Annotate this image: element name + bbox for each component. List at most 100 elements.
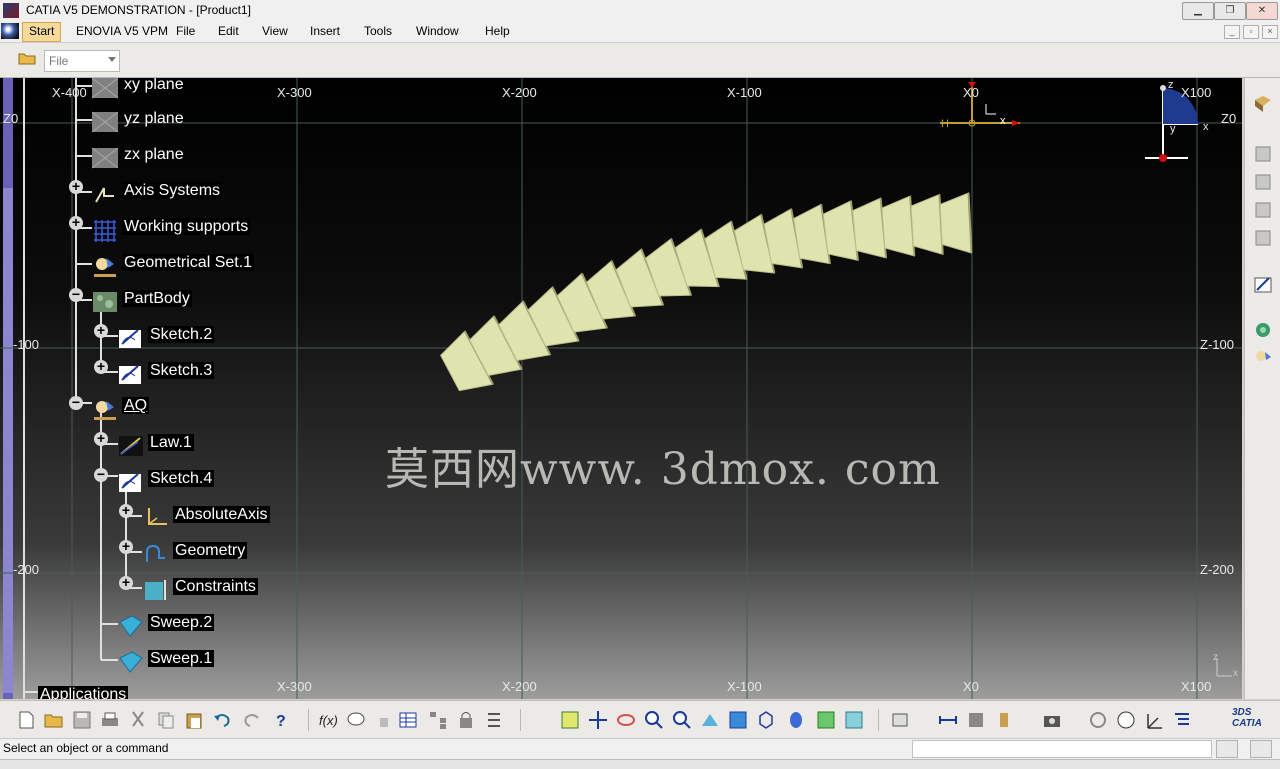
manipulate-icon[interactable] xyxy=(1116,710,1136,730)
tree-node-sweep-2[interactable]: Sweep.2 xyxy=(118,614,215,637)
fit-all-icon[interactable] xyxy=(560,710,580,730)
help-icon[interactable]: ? xyxy=(272,710,292,730)
menu-view[interactable]: View xyxy=(262,24,288,38)
table-icon[interactable] xyxy=(398,710,418,730)
iso-view-icon[interactable] xyxy=(756,710,776,730)
expand-plus-icon[interactable]: + xyxy=(69,215,83,230)
tree-node-zx-plane[interactable]: zx plane xyxy=(92,146,186,169)
new-document-icon[interactable] xyxy=(16,710,36,730)
catia-menu-logo-icon[interactable] xyxy=(1,23,19,39)
hierarchy-icon[interactable] xyxy=(428,710,448,730)
formula-icon[interactable]: f(x) xyxy=(318,710,338,730)
tree-node-sketch-3[interactable]: Sketch.3 xyxy=(118,362,215,384)
tree-node-law-1[interactable]: Law.1 xyxy=(118,434,194,456)
zoom-out-icon[interactable] xyxy=(672,710,692,730)
doc-close-button[interactable]: × xyxy=(1262,25,1278,39)
3d-viewport[interactable]: z x y x H z x X-400 X-300 X-200 X-100 X0… xyxy=(0,78,1242,699)
tree-node-geometrical-set-1[interactable]: Geometrical Set.1 xyxy=(92,254,255,277)
screw-thread-segment[interactable] xyxy=(939,192,972,254)
tree-node-yz-plane[interactable]: yz plane xyxy=(92,110,186,133)
tree-node-applications[interactable]: Applications xyxy=(38,686,129,699)
expand-plus-icon[interactable]: + xyxy=(119,503,133,518)
power-input-field[interactable] xyxy=(912,740,1212,758)
collapse-minus-icon[interactable]: − xyxy=(69,287,83,302)
ordered-set-icon[interactable] xyxy=(1253,200,1273,220)
status-options-button[interactable] xyxy=(1216,740,1238,758)
screw-thread-segment[interactable] xyxy=(881,195,915,257)
expand-plus-icon[interactable]: + xyxy=(94,431,108,446)
menu-insert[interactable]: Insert xyxy=(310,24,340,38)
tree-node-partbody[interactable]: PartBody xyxy=(92,290,192,312)
expand-plus-icon[interactable]: + xyxy=(119,539,133,554)
screw-thread-segment[interactable] xyxy=(910,193,944,256)
tree-node-absoluteaxis[interactable]: AbsoluteAxis xyxy=(143,506,270,525)
restore-button[interactable]: ❐ xyxy=(1214,2,1246,20)
swap-visible-space-icon[interactable] xyxy=(844,710,864,730)
redo-icon[interactable] xyxy=(242,710,262,730)
comment-icon[interactable] xyxy=(346,710,366,730)
insert-set-icon[interactable] xyxy=(1253,172,1273,192)
save-icon[interactable] xyxy=(72,710,92,730)
collapse-minus-icon[interactable]: − xyxy=(94,467,108,482)
tree-node-geometry[interactable]: Geometry xyxy=(143,542,248,562)
menu-edit[interactable]: Edit xyxy=(218,24,239,38)
expand-plus-icon[interactable]: + xyxy=(94,359,108,374)
print-icon[interactable] xyxy=(100,710,120,730)
menu-enovia[interactable]: ENOVIA V5 VPM xyxy=(76,24,168,38)
tree-node-working-supports[interactable]: Working supports xyxy=(92,218,251,242)
menu-start[interactable]: Start xyxy=(22,22,62,42)
geometrical-set-tool-icon[interactable] xyxy=(1253,348,1273,368)
capture-icon[interactable] xyxy=(1042,710,1062,730)
pan-icon[interactable] xyxy=(588,710,608,730)
status-grid-button[interactable] xyxy=(1250,740,1272,758)
collapse-minus-icon[interactable]: − xyxy=(69,395,83,410)
zoom-in-icon[interactable] xyxy=(644,710,664,730)
menu-help[interactable]: Help xyxy=(485,24,510,38)
cut-icon[interactable] xyxy=(128,710,148,730)
tree-node-constraints[interactable]: Constraints xyxy=(143,578,258,600)
shading-icon[interactable] xyxy=(786,710,806,730)
measure-inertia-icon[interactable] xyxy=(994,710,1014,730)
close-button[interactable]: ✕ xyxy=(1246,2,1278,20)
expand-plus-icon[interactable]: + xyxy=(69,179,83,194)
doc-minimize-button[interactable]: _ xyxy=(1224,25,1240,39)
open-folder-icon[interactable] xyxy=(18,51,36,65)
tree-node-sketch-2[interactable]: Sketch.2 xyxy=(118,326,215,348)
workbench-file-combo[interactable]: File xyxy=(44,50,120,72)
doc-restore-button[interactable]: ▫ xyxy=(1243,25,1259,39)
workbench-switch-icon[interactable] xyxy=(1253,94,1273,114)
tree-node-sketch-4[interactable]: Sketch.4 xyxy=(118,470,215,492)
tree-node-aq[interactable]: AQ xyxy=(92,397,150,420)
tree-node-xy-plane[interactable]: xy plane xyxy=(92,78,186,99)
tree-expand-icon[interactable] xyxy=(1172,710,1192,730)
menu-file[interactable]: File xyxy=(176,24,195,38)
hybrid-body-icon[interactable] xyxy=(1253,228,1273,248)
measure-item-icon[interactable] xyxy=(966,710,986,730)
copy-icon[interactable] xyxy=(156,710,176,730)
expand-plus-icon[interactable]: + xyxy=(119,575,133,590)
lock-icon[interactable] xyxy=(374,710,394,730)
tree-node-axis-systems[interactable]: Axis Systems xyxy=(92,182,223,203)
undo-icon[interactable] xyxy=(212,710,232,730)
insert-body-icon[interactable] xyxy=(1253,144,1273,164)
menu-tools[interactable]: Tools xyxy=(364,24,392,38)
open-icon[interactable] xyxy=(44,710,64,730)
update-icon[interactable] xyxy=(1088,710,1108,730)
parameters-icon[interactable] xyxy=(484,710,504,730)
knowledge-lock-icon[interactable] xyxy=(456,710,476,730)
knowledge-icon[interactable] xyxy=(1253,320,1273,340)
hide-show-icon[interactable] xyxy=(816,710,836,730)
axis-icon[interactable] xyxy=(1144,710,1164,730)
sketcher-icon[interactable] xyxy=(1253,274,1273,294)
rotate-icon[interactable] xyxy=(616,710,636,730)
menu-window[interactable]: Window xyxy=(416,24,459,38)
paste-icon[interactable] xyxy=(184,710,204,730)
minimize-button[interactable]: ▁ xyxy=(1182,2,1214,20)
multi-view-icon[interactable] xyxy=(728,710,748,730)
fly-mode-icon[interactable] xyxy=(530,710,550,730)
tree-node-sweep-1[interactable]: Sweep.1 xyxy=(118,650,215,673)
catalog-icon[interactable] xyxy=(890,710,910,730)
expand-plus-icon[interactable]: + xyxy=(94,323,108,338)
normal-view-icon[interactable] xyxy=(700,710,720,730)
measure-between-icon[interactable] xyxy=(938,710,958,730)
